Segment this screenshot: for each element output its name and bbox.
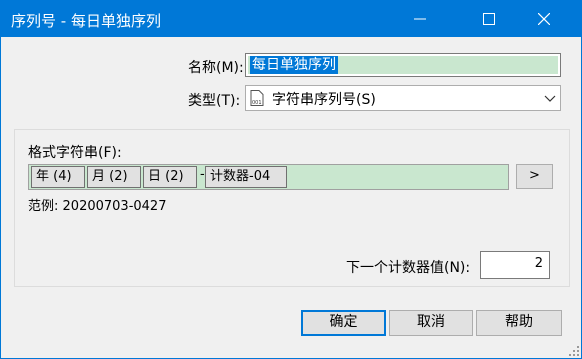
close-icon [538, 13, 550, 25]
window-title: 序列号 - 每日单独序列 [11, 12, 161, 30]
token-year[interactable]: 年 (4) [31, 166, 85, 188]
close-button[interactable] [521, 1, 567, 37]
dialog-window: 序列号 - 每日单独序列 名称(M): 每日单独序列 类型(T): 001 字符… [0, 0, 582, 359]
format-label: 格式字符串(F): [28, 145, 122, 161]
example-value: 20200703-0427 [62, 199, 167, 214]
name-label: 名称(M): [188, 60, 244, 76]
token-day[interactable]: 日 (2) [143, 166, 197, 188]
help-button[interactable]: 帮助 [476, 310, 562, 336]
type-value: 字符串序列号(S) [272, 92, 376, 108]
token-counter[interactable]: 计数器-04 [205, 166, 287, 188]
resize-grip-icon[interactable] [569, 346, 579, 356]
token-month[interactable]: 月 (2) [87, 166, 141, 188]
svg-text:001: 001 [252, 100, 262, 106]
type-select[interactable]: 001 字符串序列号(S) [245, 85, 561, 111]
ok-button[interactable]: 确定 [301, 310, 386, 336]
name-value: 每日单独序列 [250, 56, 338, 74]
minimize-button[interactable] [397, 1, 443, 37]
type-label: 类型(T): [188, 93, 241, 109]
example-label: 范例: [28, 199, 59, 214]
format-string-field[interactable]: 年 (4) 月 (2) 日 (2) - 计数器-04 [28, 164, 509, 190]
name-field[interactable]: 每日单独序列 [245, 53, 561, 77]
counter-field[interactable]: 2 [480, 251, 550, 279]
insert-token-button[interactable]: > [516, 164, 553, 189]
cancel-button[interactable]: 取消 [389, 310, 473, 336]
maximize-icon [483, 13, 495, 25]
document-icon: 001 [250, 90, 264, 106]
minimize-icon [414, 18, 426, 20]
title-bar[interactable]: 序列号 - 每日单独序列 [1, 1, 581, 37]
counter-label: 下一个计数器值(N): [346, 260, 471, 276]
chevron-down-icon [544, 95, 556, 102]
maximize-button[interactable] [466, 1, 512, 37]
token-separator: - [200, 167, 205, 182]
example-line: 范例: 20200703-0427 [28, 195, 166, 214]
